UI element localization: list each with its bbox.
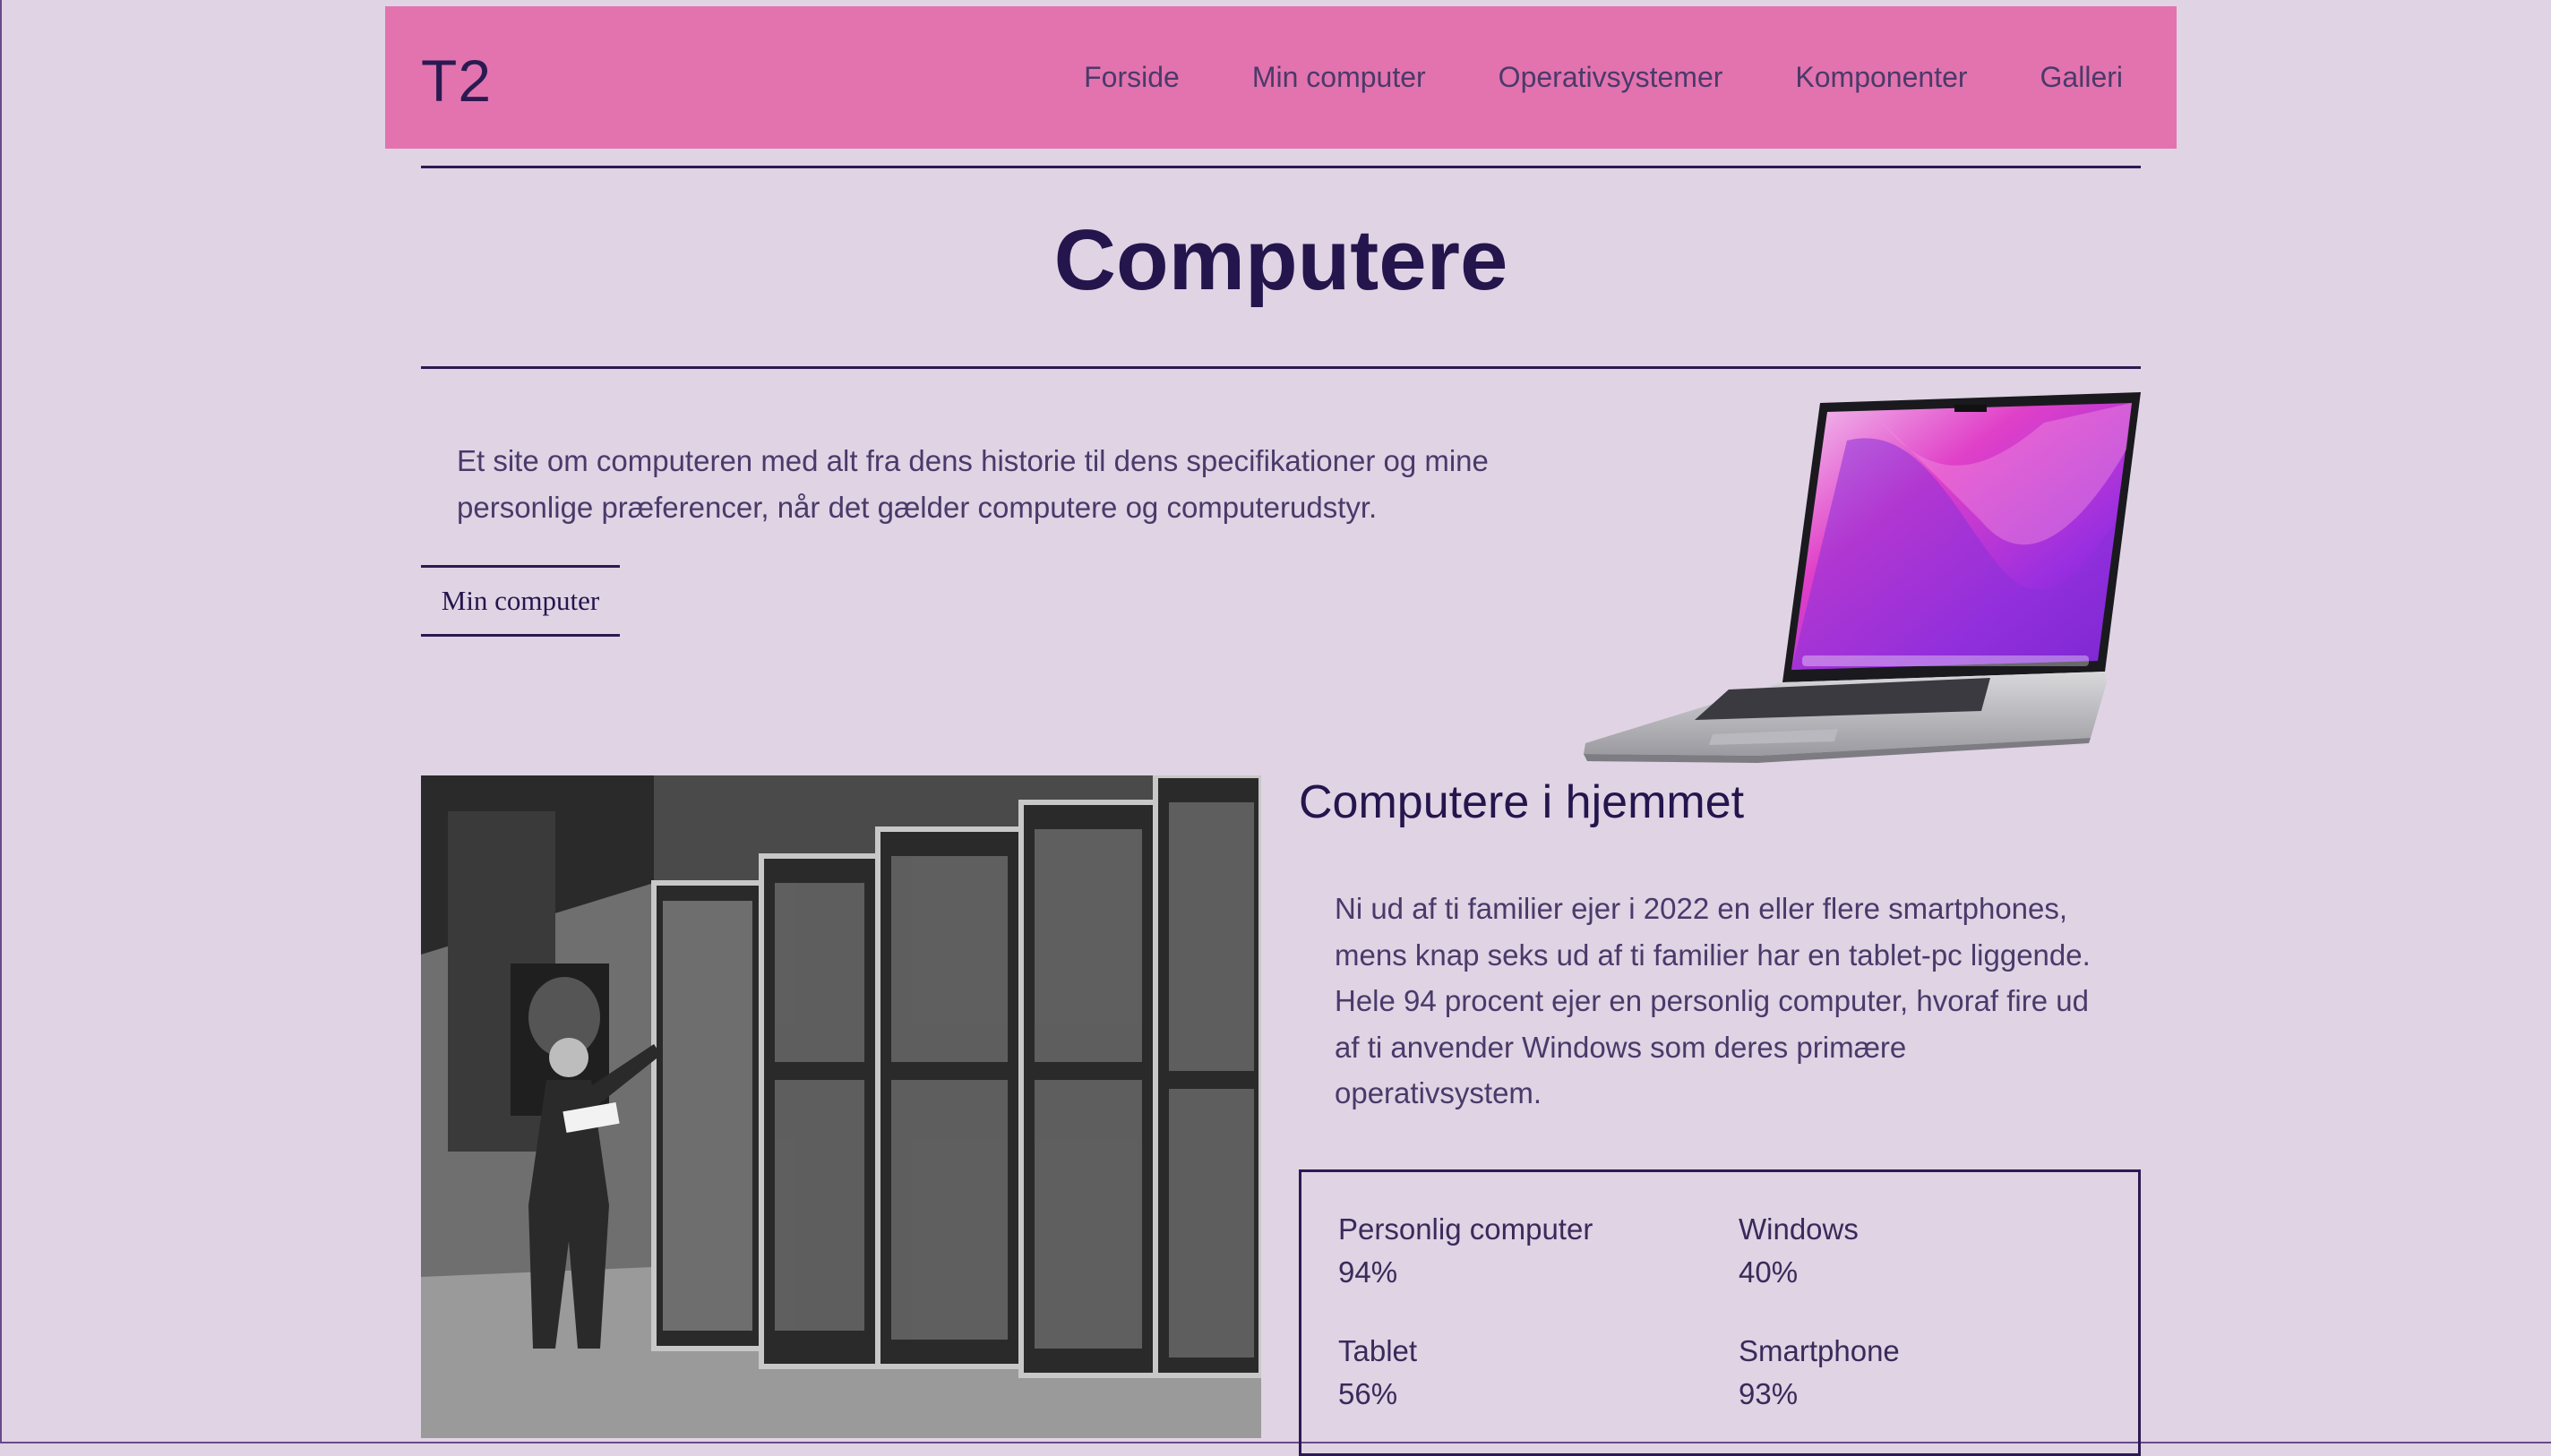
stat-tablet: Tablet 56%: [1338, 1330, 1417, 1416]
stat-label: Personlig computer: [1338, 1212, 1593, 1246]
title-rule-bottom: [421, 366, 2141, 369]
stat-smartphone: Smartphone 93%: [1739, 1330, 1900, 1416]
min-computer-button[interactable]: Min computer: [421, 565, 620, 637]
site-logo[interactable]: T2: [421, 47, 492, 115]
historic-computer-photo: [421, 775, 1261, 1438]
stat-label: Smartphone: [1739, 1334, 1900, 1367]
nav-galleri[interactable]: Galleri: [2040, 61, 2123, 94]
stat-label: Windows: [1739, 1212, 1859, 1246]
stat-windows: Windows 40%: [1739, 1208, 1859, 1294]
site-header: T2 Forside Min computer Operativsystemer…: [385, 6, 2177, 149]
laptop-image: [1584, 392, 2141, 763]
home-section-text: Ni ud af ti familier ejer i 2022 en elle…: [1335, 892, 2091, 1109]
home-section-title: Computere i hjemmet: [1299, 776, 1745, 828]
stat-value: 93%: [1739, 1377, 1799, 1410]
title-rule-top: [421, 166, 2141, 168]
nav-komponenter[interactable]: Komponenter: [1795, 61, 1967, 94]
stats-box: Personlig computer 94% Windows 40% Table…: [1299, 1169, 2141, 1456]
nav-forside[interactable]: Forside: [1084, 61, 1180, 94]
page-title: Computere: [1053, 212, 1508, 308]
stat-value: 56%: [1338, 1377, 1398, 1410]
nav-min-computer[interactable]: Min computer: [1252, 61, 1426, 94]
nav-operativsystemer[interactable]: Operativsystemer: [1499, 61, 1723, 94]
page: T2 Forside Min computer Operativsystemer…: [2, 0, 2551, 1456]
stat-personal-computer: Personlig computer 94%: [1338, 1208, 1593, 1294]
stat-value: 40%: [1739, 1255, 1799, 1289]
stat-value: 94%: [1338, 1255, 1398, 1289]
stat-label: Tablet: [1338, 1334, 1418, 1367]
main-nav: Forside Min computer Operativsystemer Ko…: [1084, 6, 2177, 149]
intro-text: Et site om computeren med alt fra dens h…: [457, 444, 1489, 524]
